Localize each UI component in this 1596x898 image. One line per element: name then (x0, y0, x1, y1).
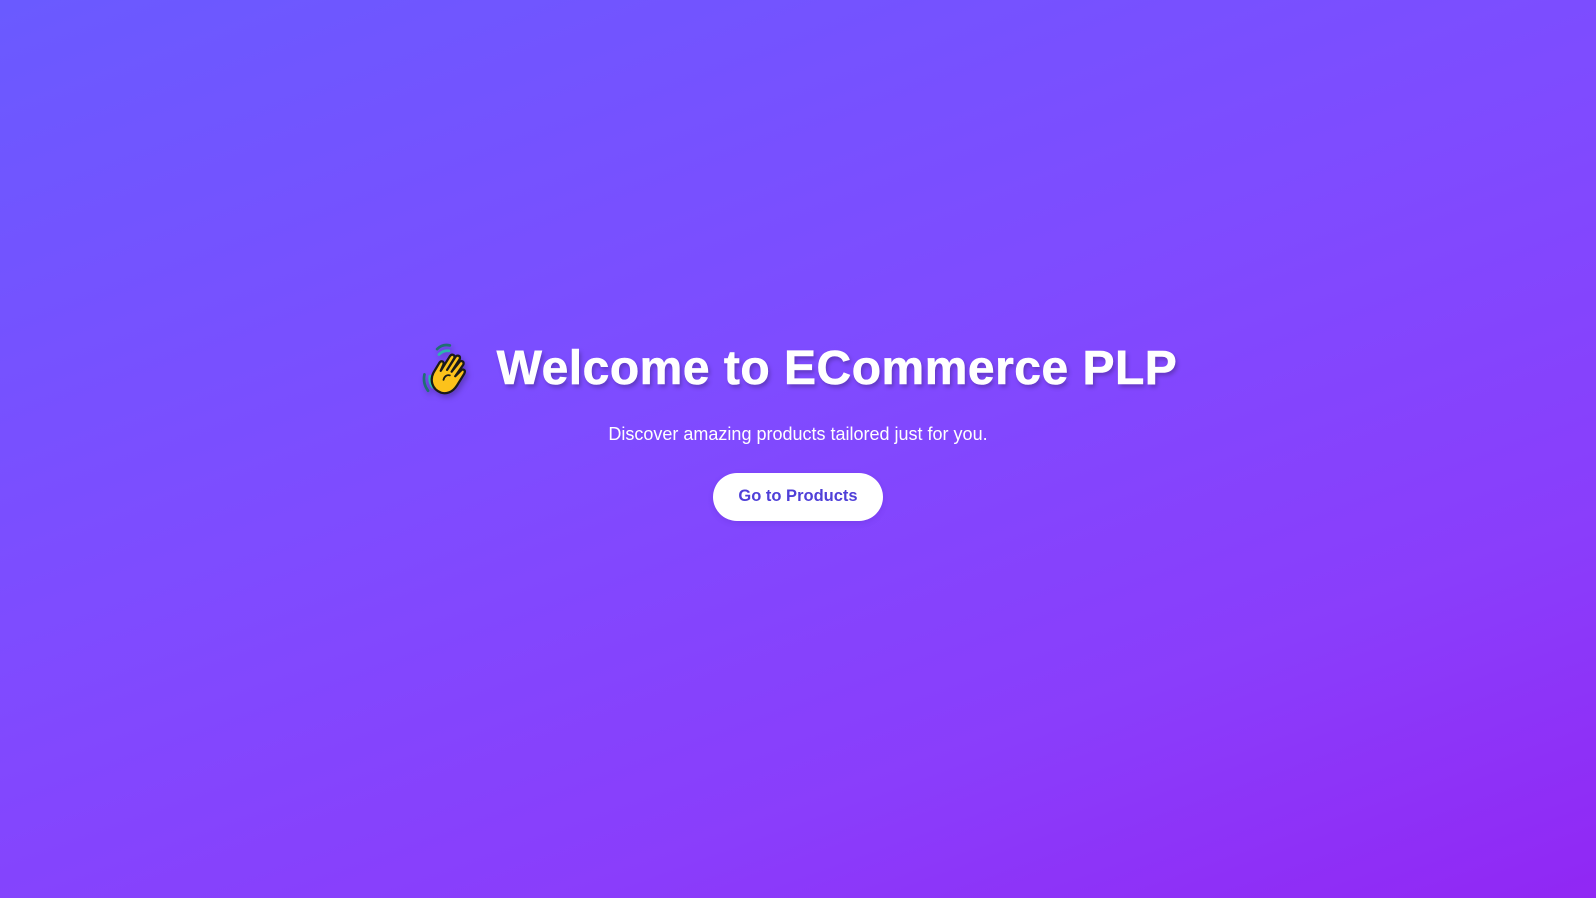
go-to-products-button[interactable]: Go to Products (713, 472, 883, 521)
page-subtitle: Discover amazing products tailored just … (608, 423, 988, 444)
hero-section: Welcome to ECommerce PLP Discover amazin… (0, 0, 1596, 898)
title-row: Welcome to ECommerce PLP (419, 340, 1178, 398)
page-title: Welcome to ECommerce PLP (496, 342, 1178, 396)
waving-hand-icon (419, 340, 477, 398)
